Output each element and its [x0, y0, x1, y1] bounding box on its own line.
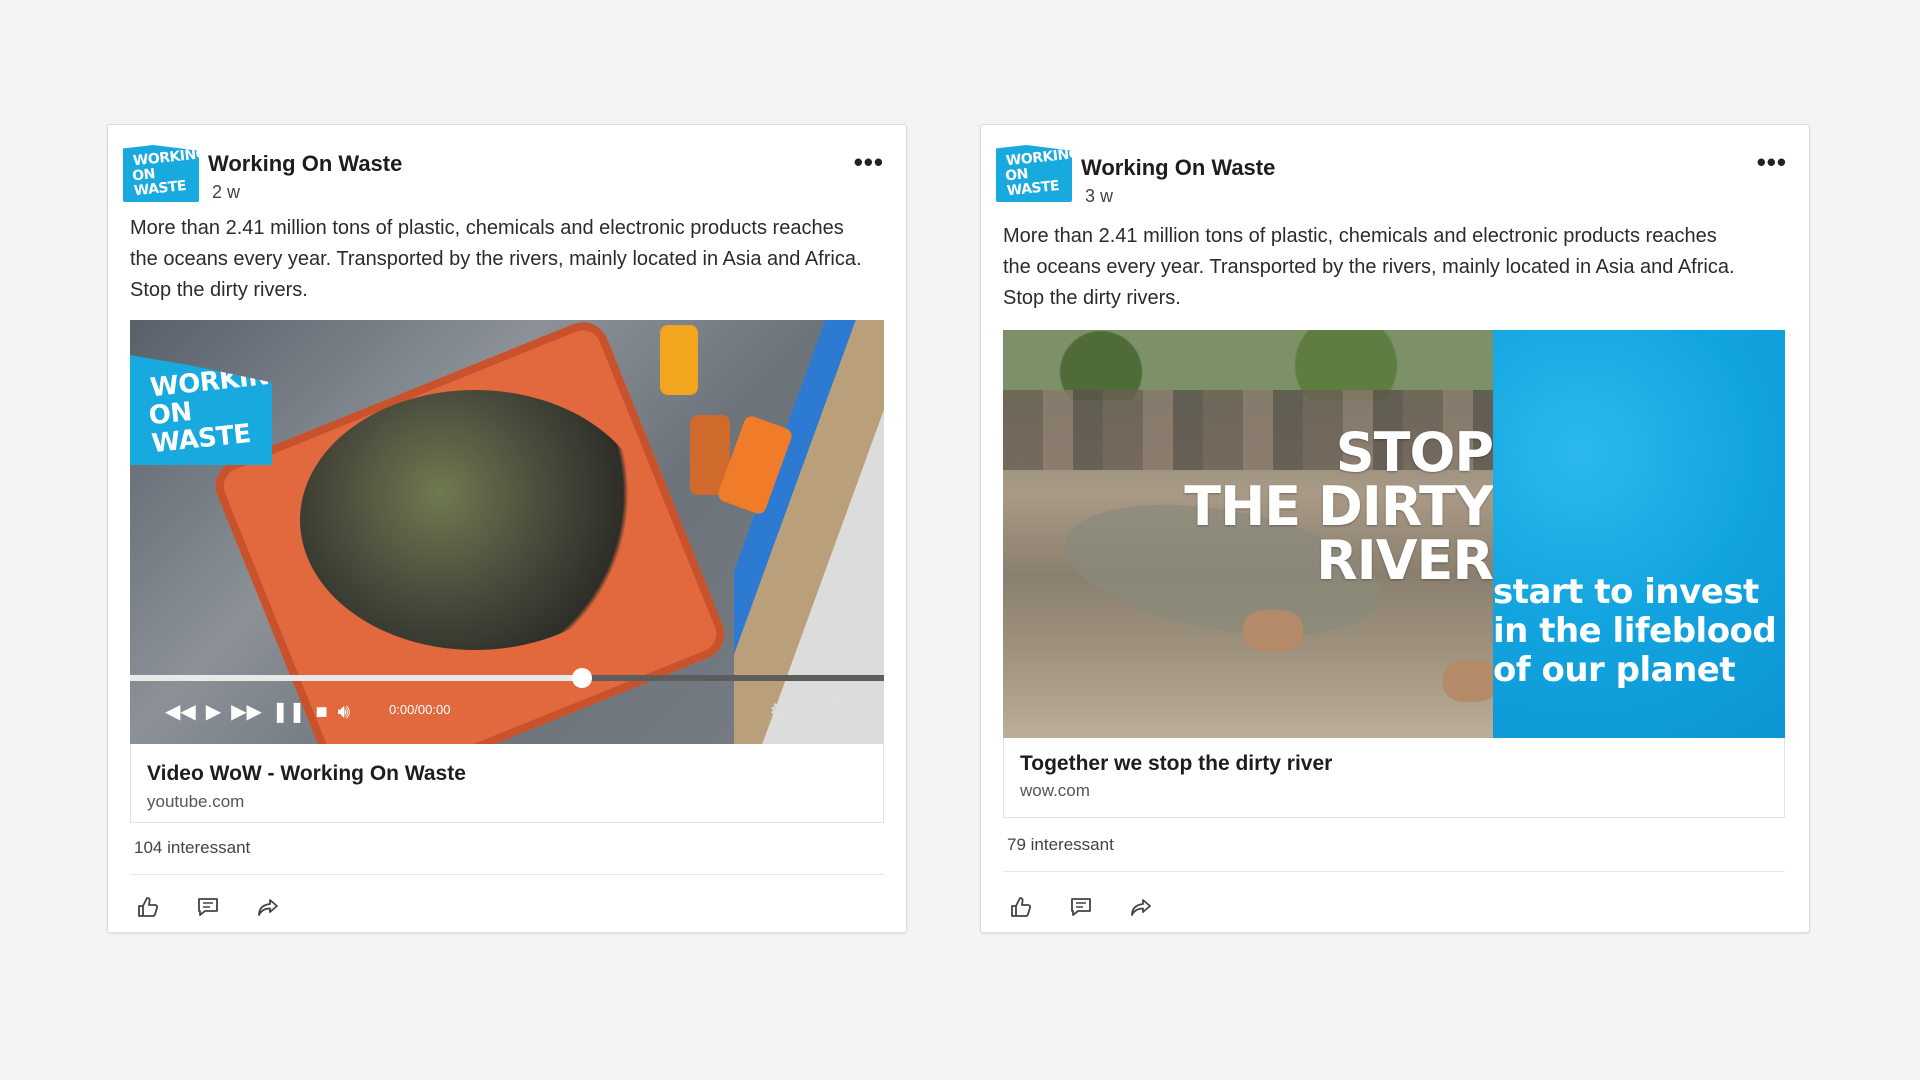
share-icon[interactable] [256, 895, 280, 919]
overlay-logo-line: ON WASTE [147, 397, 253, 460]
share-icon[interactable] [1129, 895, 1153, 919]
company-logo[interactable]: WORKING ON WASTE [123, 145, 199, 202]
comment-icon[interactable] [196, 895, 220, 919]
post-card: WORKING ON WASTE Working On Waste 3 w ••… [980, 124, 1810, 933]
author-name[interactable]: Working On Waste [208, 151, 402, 177]
company-logo[interactable]: WORKING ON WASTE [996, 145, 1072, 202]
rewind-icon[interactable]: ◀◀ [165, 702, 196, 722]
pause-icon[interactable]: ❚❚ [272, 702, 306, 722]
image-tagline: start to invest in the lifeblood of our … [1493, 572, 1777, 690]
more-options-icon[interactable]: ••• [1757, 147, 1787, 178]
post-text: More than 2.41 million tons of plastic, … [1003, 225, 1735, 309]
logo-text-line: ON WASTE [131, 166, 187, 200]
video-frame-trash [300, 390, 650, 650]
video-time: 0:00/00:00 [389, 702, 451, 717]
play-icon[interactable]: ▶ [206, 702, 221, 722]
image-blue-panel: start to invest in the lifeblood of our … [1493, 330, 1785, 738]
video-frame-worker [660, 325, 698, 395]
settings-icon[interactable]: ⚙ [769, 698, 789, 724]
reaction-count[interactable]: 104 interessant [134, 838, 250, 858]
video-controls: ◀◀ ▶ ▶▶ ❚❚ ■ 🔊︎ [165, 697, 350, 727]
headline-line: STOP [1335, 421, 1493, 484]
photo-dirty-river: STOP THE DIRTY RIVER [1003, 330, 1493, 738]
headline-line: THE DIRTY [1184, 475, 1493, 538]
divider [130, 874, 884, 875]
action-bar [136, 895, 280, 919]
volume-icon[interactable]: 🔊︎ [338, 702, 351, 722]
comment-icon[interactable] [1069, 895, 1093, 919]
link-title[interactable]: Together we stop the dirty river [1020, 752, 1332, 776]
link-url: wow.com [1020, 781, 1090, 800]
video-overlay-logo: WORKING ON WASTE [130, 355, 272, 465]
video-player[interactable]: WORKING ON WASTE ◀◀ ▶ ▶▶ ❚❚ ■ 🔊︎ 0:00/00… [130, 320, 884, 744]
like-icon[interactable] [136, 895, 160, 919]
like-icon[interactable] [1009, 895, 1033, 919]
post-age: 3 w [1085, 186, 1114, 206]
link-url: youtube.com [147, 792, 245, 811]
video-progress-bar[interactable] [130, 668, 884, 688]
action-bar [1009, 895, 1153, 919]
headline-line: RIVER [1316, 529, 1493, 592]
photo-pig [1243, 610, 1303, 652]
author-name[interactable]: Working On Waste [1081, 155, 1275, 181]
more-options-icon[interactable]: ••• [854, 147, 884, 178]
link-title[interactable]: Video WoW - Working On Waste [147, 762, 466, 786]
post-card: WORKING ON WASTE Working On Waste 2 w ••… [107, 124, 907, 933]
tagline-line: of our planet [1493, 650, 1736, 690]
image-headline: STOP THE DIRTY RIVER [1184, 426, 1493, 588]
tagline-line: in the lifeblood [1493, 611, 1777, 651]
link-preview[interactable]: Together we stop the dirty river wow.com [1003, 738, 1785, 818]
link-preview[interactable]: Video WoW - Working On Waste youtube.com [130, 744, 884, 823]
video-progress-fill [130, 675, 583, 681]
fast-forward-icon[interactable]: ▶▶ [231, 702, 262, 722]
photo-pig [1443, 660, 1493, 702]
tagline-line: start to invest [1493, 572, 1759, 612]
post-image[interactable]: STOP THE DIRTY RIVER start to invest in … [1003, 330, 1785, 738]
logo-text-line: ON WASTE [1004, 166, 1060, 200]
post-age: 2 w [212, 182, 241, 202]
divider [1003, 871, 1785, 872]
reaction-count[interactable]: 79 interessant [1007, 835, 1114, 855]
fullscreen-icon[interactable] [813, 700, 839, 722]
stop-icon[interactable]: ■ [315, 702, 327, 722]
post-text: More than 2.41 million tons of plastic, … [130, 217, 862, 301]
